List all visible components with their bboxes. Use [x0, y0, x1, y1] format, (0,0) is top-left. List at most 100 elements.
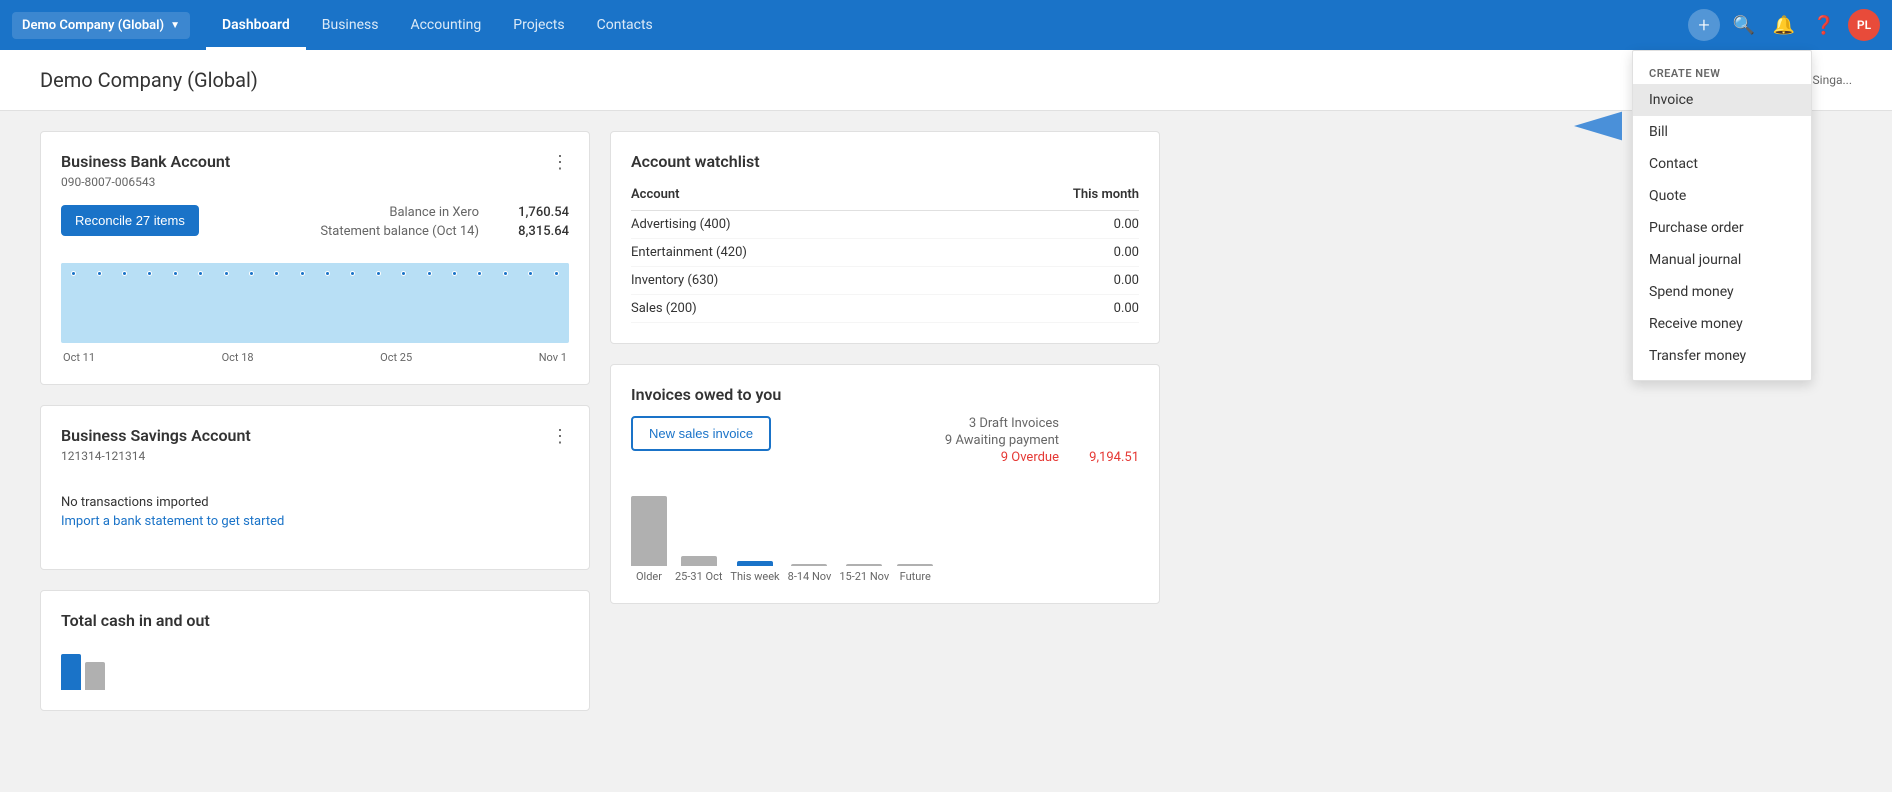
watchlist-account-value: 0.00: [955, 295, 1139, 323]
right-column: Account watchlist Account This month Adv…: [610, 131, 1160, 711]
nav-link-accounting[interactable]: Accounting: [394, 0, 497, 50]
no-transactions-text: No transactions imported: [61, 495, 569, 510]
nav-links: Dashboard Business Accounting Projects C…: [206, 0, 1688, 50]
dropdown-item-manual-journal[interactable]: Manual journal: [1633, 244, 1811, 276]
chart-dot: [147, 271, 152, 276]
bar-group-thisweek: This week: [730, 561, 779, 583]
dropdown-section-title: Create new: [1633, 59, 1811, 84]
watchlist-account-value: 0.00: [955, 267, 1139, 295]
dropdown-item-spend-money[interactable]: Spend money: [1633, 276, 1811, 308]
chart-dot: [554, 271, 559, 276]
watchlist-row: Entertainment (420)0.00: [631, 239, 1139, 267]
savings-card-header: Business Savings Account 121314-121314 ⋮: [61, 426, 569, 479]
watchlist-row: Advertising (400)0.00: [631, 211, 1139, 239]
chart-dot: [71, 271, 76, 276]
dropdown-item-purchase-order[interactable]: Purchase order: [1633, 212, 1811, 244]
nav-link-projects[interactable]: Projects: [497, 0, 580, 50]
page-title: Demo Company (Global): [40, 68, 258, 92]
bar-15nov: [846, 564, 882, 566]
company-selector[interactable]: Demo Company (Global) ▼: [12, 12, 190, 39]
dropdown-item-quote[interactable]: Quote: [1633, 180, 1811, 212]
watchlist-account-name: Inventory (630): [631, 267, 955, 295]
nav-link-business[interactable]: Business: [306, 0, 395, 50]
left-column: Business Bank Account 090-8007-006543 ⋮ …: [40, 131, 590, 711]
chart-dot: [122, 271, 127, 276]
invoice-stats: 3 Draft Invoices 9 Awaiting payment 9 Ov…: [945, 416, 1139, 467]
create-new-dropdown: Create new InvoiceBillContactQuotePurcha…: [1632, 50, 1812, 381]
bank-card-header: Business Bank Account 090-8007-006543 ⋮: [61, 152, 569, 205]
chart-dot: [376, 271, 381, 276]
watchlist-card: Account watchlist Account This month Adv…: [610, 131, 1160, 344]
savings-card-menu[interactable]: ⋮: [551, 426, 569, 447]
total-cash-title: Total cash in and out: [61, 611, 569, 630]
bank-card-menu[interactable]: ⋮: [551, 152, 569, 173]
dropdown-item-bill[interactable]: Bill: [1633, 116, 1811, 148]
chart-dot: [300, 271, 305, 276]
chart-dot: [503, 271, 508, 276]
chart-dot: [173, 271, 178, 276]
notifications-button[interactable]: 🔔: [1768, 9, 1800, 41]
bar-group-25oct: 25-31 Oct: [675, 556, 722, 583]
user-avatar[interactable]: PL: [1848, 9, 1880, 41]
top-navigation: Demo Company (Global) ▼ Dashboard Busine…: [0, 0, 1892, 50]
watchlist-col-account: Account: [631, 183, 955, 211]
create-new-button[interactable]: +: [1688, 9, 1720, 41]
cash-chart: [61, 640, 569, 690]
balance-info: Balance in Xero 1,760.54 Statement balan…: [320, 205, 569, 239]
chart-dot: [350, 271, 355, 276]
watchlist-row: Inventory (630)0.00: [631, 267, 1139, 295]
watchlist-table: Account This month Advertising (400)0.00…: [631, 183, 1139, 323]
chart-dot: [427, 271, 432, 276]
bar-future: [897, 564, 933, 566]
arrow-indicator: [1574, 108, 1622, 152]
dropdown-item-receive-money[interactable]: Receive money: [1633, 308, 1811, 340]
watchlist-account-value: 0.00: [955, 239, 1139, 267]
watchlist-row: Sales (200)0.00: [631, 295, 1139, 323]
watchlist-account-value: 0.00: [955, 211, 1139, 239]
help-button[interactable]: ❓: [1808, 9, 1840, 41]
bar-group-8nov: 8-14 Nov: [788, 564, 832, 583]
chart-dot: [477, 271, 482, 276]
nav-link-contacts[interactable]: Contacts: [581, 0, 669, 50]
chart-dot: [325, 271, 330, 276]
company-name: Demo Company (Global): [22, 18, 164, 33]
chart-dot: [528, 271, 533, 276]
watchlist-account-name: Advertising (400): [631, 211, 955, 239]
cash-bar-in: [61, 654, 81, 690]
reconcile-button[interactable]: Reconcile 27 items: [61, 205, 199, 236]
import-statement-link[interactable]: Import a bank statement to get started: [61, 514, 284, 529]
chart-dot: [224, 271, 229, 276]
new-sales-invoice-button[interactable]: New sales invoice: [631, 416, 771, 451]
total-cash-card: Total cash in and out: [40, 590, 590, 711]
savings-account-title: Business Savings Account: [61, 426, 251, 445]
nav-right-controls: + 🔍 🔔 ❓ PL: [1688, 9, 1880, 41]
page-header: Demo Company (Global) Your last login: 2…: [0, 50, 1892, 111]
watchlist-title: Account watchlist: [631, 152, 1139, 171]
nav-link-dashboard[interactable]: Dashboard: [206, 0, 306, 50]
bank-chart: [61, 263, 569, 343]
watchlist-account-name: Sales (200): [631, 295, 955, 323]
chart-dot: [198, 271, 203, 276]
invoice-bar-chart: Older 25-31 Oct This week 8-14 Nov 15-21…: [631, 483, 1139, 583]
bar-group-future: Future: [897, 564, 933, 583]
savings-account-card: Business Savings Account 121314-121314 ⋮…: [40, 405, 590, 570]
bar-group-15nov: 15-21 Nov: [839, 564, 889, 583]
chart-dot: [274, 271, 279, 276]
cash-bar-out: [85, 662, 105, 690]
chart-dot: [452, 271, 457, 276]
chart-dot: [249, 271, 254, 276]
search-button[interactable]: 🔍: [1728, 9, 1760, 41]
chart-x-labels: Oct 11 Oct 18 Oct 25 Nov 1: [61, 351, 569, 364]
watchlist-col-month: This month: [955, 183, 1139, 211]
bar-thisweek: [737, 561, 773, 566]
invoice-top: New sales invoice 3 Draft Invoices 9 Awa…: [631, 416, 1139, 467]
dropdown-item-invoice[interactable]: Invoice: [1633, 84, 1811, 116]
savings-account-number: 121314-121314: [61, 449, 251, 463]
dropdown-item-transfer-money[interactable]: Transfer money: [1633, 340, 1811, 372]
dropdown-arrow-icon: ▼: [170, 20, 180, 31]
bank-account-number: 090-8007-006543: [61, 175, 230, 189]
chart-dot: [97, 271, 102, 276]
bar-group-older: Older: [631, 496, 667, 583]
dropdown-item-contact[interactable]: Contact: [1633, 148, 1811, 180]
main-content: Business Bank Account 090-8007-006543 ⋮ …: [0, 111, 1200, 731]
